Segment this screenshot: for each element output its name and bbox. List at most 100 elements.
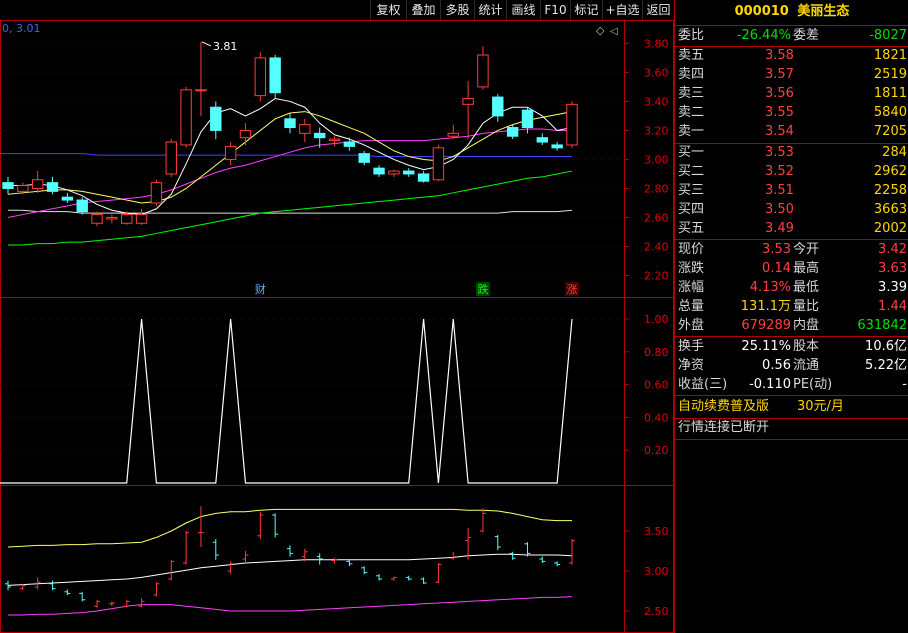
candle-body[interactable] xyxy=(284,118,296,129)
stat-label: 收益(三) xyxy=(678,377,728,392)
candle-body[interactable] xyxy=(239,129,252,139)
price-tick-label: 3.60 xyxy=(644,66,669,79)
level-price: 3.54 xyxy=(765,124,794,139)
candle-body[interactable] xyxy=(180,89,192,146)
candle-body[interactable] xyxy=(210,106,222,131)
candle-body[interactable] xyxy=(299,124,311,134)
stat-label: 内盘 xyxy=(793,318,820,333)
candle-body[interactable] xyxy=(492,96,504,117)
stock-name: 美丽生态 xyxy=(797,4,850,19)
connection-status: 行情连接已断开 xyxy=(678,420,770,435)
stat-value: 1.44 xyxy=(878,299,907,314)
candle-body[interactable] xyxy=(61,196,74,201)
candle-body[interactable] xyxy=(224,145,237,160)
weibi-row: 委比 -26.44% 委差 -8027 xyxy=(675,27,908,45)
candle-body[interactable] xyxy=(536,137,549,143)
toolbar-button[interactable]: 统计 xyxy=(474,0,506,20)
level-label: 卖五 xyxy=(678,48,705,63)
event-marker: 财 xyxy=(255,282,266,296)
left-arrow-icon: ◁ xyxy=(610,26,618,37)
candle-body[interactable] xyxy=(254,57,267,97)
candle-body[interactable] xyxy=(447,132,459,137)
level-label: 卖四 xyxy=(678,67,705,82)
candle-body[interactable] xyxy=(46,182,59,192)
toolbar-button[interactable]: F10 xyxy=(540,0,570,20)
candle-body[interactable] xyxy=(358,153,370,163)
candle-body[interactable] xyxy=(506,127,519,137)
promo-row[interactable]: 自动续费普及版 30元/月 xyxy=(675,398,908,416)
candle-body[interactable] xyxy=(566,103,578,146)
stat-row: 净资 0.56 流通 5.22亿 xyxy=(675,357,908,375)
toolbar: 复权 叠加 多股 统计 画线 F10 标记 +自选 返回 xyxy=(0,0,674,20)
toolbar-button[interactable]: 标记 xyxy=(570,0,602,20)
level-volume: 1811 xyxy=(873,86,907,101)
level-volume: 2519 xyxy=(873,67,907,82)
stat-label: 换手 xyxy=(678,339,705,354)
candle-body[interactable] xyxy=(269,57,281,94)
quote-panel: 000010 美丽生态 委比 -26.44% 委差 -8027 卖五 3.58 18… xyxy=(674,0,908,633)
divider xyxy=(675,336,908,337)
ma-legend: 0, 3.01 xyxy=(2,22,40,35)
divider xyxy=(675,239,908,240)
level-price: 3.50 xyxy=(765,202,794,217)
candle-body[interactable] xyxy=(31,179,44,189)
candle-body[interactable] xyxy=(417,173,430,182)
candle-body[interactable] xyxy=(76,199,88,213)
toolbar-button[interactable]: 多股 xyxy=(440,0,474,20)
candle-body[interactable] xyxy=(2,182,14,189)
stat-value: 0.14 xyxy=(762,261,791,276)
weicha-value: -8027 xyxy=(869,28,907,43)
candle-body[interactable] xyxy=(328,138,341,142)
high-price-label: 3.81 xyxy=(213,40,238,53)
indicator-tick-label: 0.60 xyxy=(644,379,669,392)
candle-body[interactable] xyxy=(551,144,563,149)
candle-body[interactable] xyxy=(91,214,103,224)
candle-body[interactable] xyxy=(477,54,489,88)
level-volume: 284 xyxy=(882,145,907,160)
sell-level-row: 卖四 3.57 2519 xyxy=(675,66,908,84)
sell-level-row: 卖一 3.54 7205 xyxy=(675,123,908,141)
candle-body[interactable] xyxy=(521,109,534,129)
kline-chart[interactable]: 3.80 3.60 3.40 3.20 3.00 2.80 2.60 2.40 2.20 0, 3… xyxy=(0,20,674,633)
divider xyxy=(675,395,908,396)
candle-body[interactable] xyxy=(462,98,474,105)
toolbar-button[interactable]: 画线 xyxy=(506,0,540,20)
candle-body[interactable] xyxy=(373,167,385,175)
toolbar-button[interactable]: 叠加 xyxy=(406,0,440,20)
candle-body[interactable] xyxy=(388,170,400,175)
level-volume: 1821 xyxy=(873,48,907,63)
candle-body[interactable] xyxy=(403,170,415,175)
candle-body[interactable] xyxy=(343,141,356,147)
candle-body[interactable] xyxy=(106,216,118,220)
sell-level-row: 卖五 3.58 1821 xyxy=(675,47,908,65)
candle-body[interactable] xyxy=(313,132,326,139)
stat-row: 总量 131.1万 量比 1.44 xyxy=(675,298,908,316)
candle-body[interactable] xyxy=(17,185,29,192)
toolbar-button[interactable]: 复权 xyxy=(370,0,406,20)
promo-price: 30元/月 xyxy=(797,399,844,414)
price-tick-label: 2.40 xyxy=(644,240,669,253)
level-label: 卖三 xyxy=(678,86,705,101)
candle-body[interactable] xyxy=(150,182,163,204)
candle-body[interactable] xyxy=(195,89,207,92)
level-price: 3.58 xyxy=(765,48,794,63)
candle-body[interactable] xyxy=(432,147,445,181)
event-marker: 跌 xyxy=(477,282,488,296)
toolbar-button[interactable]: +自选 xyxy=(602,0,642,20)
stat-value: 10.6亿 xyxy=(865,339,907,354)
band-lower-line xyxy=(8,596,573,616)
price-tick-label: 3.80 xyxy=(644,37,669,50)
candle-body[interactable] xyxy=(121,214,133,224)
level-price: 3.56 xyxy=(765,86,794,101)
candle-body[interactable] xyxy=(135,214,148,224)
candle-body[interactable] xyxy=(165,141,177,175)
stat-row: 收益(三) -0.110 PE(动) - xyxy=(675,376,908,394)
level-price: 3.57 xyxy=(765,67,794,82)
divider xyxy=(675,25,908,26)
toolbar-button[interactable]: 返回 xyxy=(642,0,674,20)
stat-value: 3.53 xyxy=(762,242,791,257)
stat-row: 现价 3.53 今开 3.42 xyxy=(675,241,908,259)
stat-value: 0.56 xyxy=(762,358,791,373)
weibi-label: 委比 xyxy=(678,28,705,43)
price-tick-label: 2.80 xyxy=(644,182,669,195)
